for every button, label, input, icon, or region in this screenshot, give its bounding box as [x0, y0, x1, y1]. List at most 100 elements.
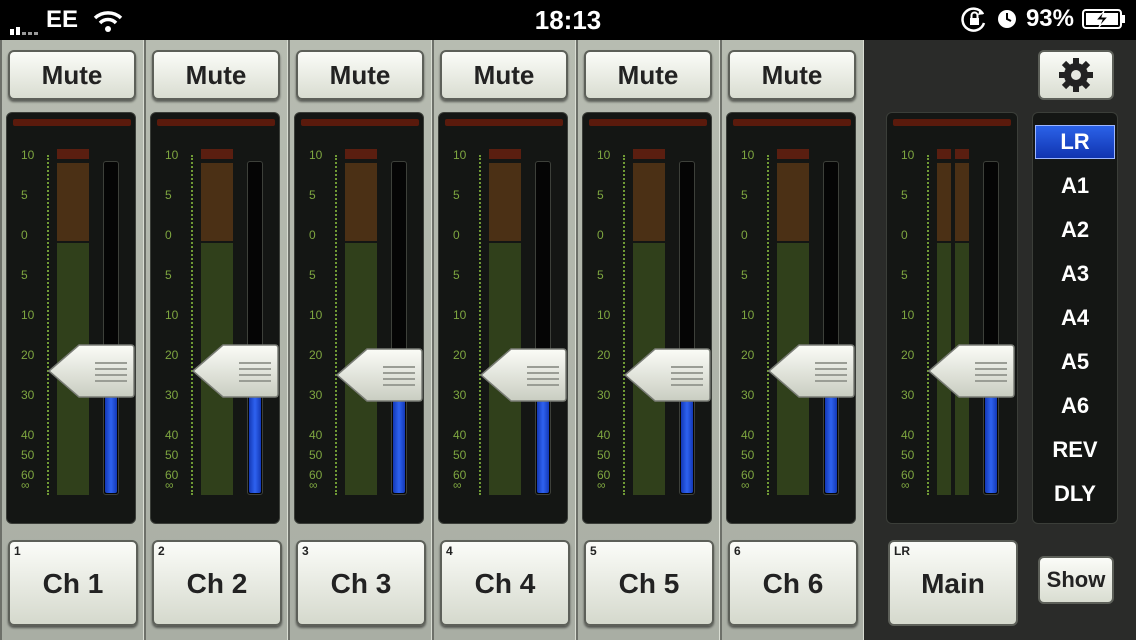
show-button[interactable]: Show: [1038, 556, 1114, 604]
channel-name-label: Ch 1: [42, 568, 104, 599]
mute-button[interactable]: Mute: [728, 50, 856, 100]
scale-label: 0: [165, 228, 172, 242]
clip-indicator: [157, 119, 275, 126]
fader-knob[interactable]: [47, 342, 135, 400]
db-scale: 10 5 0 5 10 20 30 40 50 60 ∞: [441, 148, 487, 495]
mute-button[interactable]: Mute: [152, 50, 280, 100]
scale-label: 10: [453, 148, 467, 162]
scale-label: 10: [901, 308, 915, 322]
clip-indicator: [589, 119, 707, 126]
scale-label: 30: [21, 388, 35, 402]
bus-item-a1[interactable]: A1: [1035, 169, 1115, 203]
mute-button[interactable]: Mute: [440, 50, 568, 100]
level-meter-clip: [633, 149, 665, 159]
channel-name-button[interactable]: 5 Ch 5: [584, 540, 714, 626]
channel-name-button[interactable]: 4 Ch 4: [440, 540, 570, 626]
scale-label: 40: [21, 428, 35, 442]
meter-panel: 10 5 0 5 10 20 30 40 50 60 ∞: [726, 112, 856, 524]
scale-label: 5: [309, 268, 316, 282]
channel-strip: Mute 10 5 0 5 10 20 30 40 50 60 ∞ 3 Ch 3: [288, 40, 432, 640]
channel-number: 3: [302, 544, 309, 558]
level-meter-warn: [345, 163, 377, 241]
main-name-label: Main: [921, 568, 985, 599]
bus-item-a5[interactable]: A5: [1035, 345, 1115, 379]
bus-item-rev[interactable]: REV: [1035, 433, 1115, 467]
fader-knob[interactable]: [767, 342, 855, 400]
meter-panel: 10 5 0 5 10 20 30 40 50 60 ∞: [150, 112, 280, 524]
level-meter-warn: [777, 163, 809, 241]
fader-knob[interactable]: [623, 346, 711, 404]
scale-label: 0: [901, 228, 908, 242]
scale-label: 30: [453, 388, 467, 402]
scale-label: 40: [309, 428, 323, 442]
scale-label: 30: [309, 388, 323, 402]
fader-knob[interactable]: [191, 342, 279, 400]
main-name-button[interactable]: LR Main: [888, 540, 1018, 626]
channel-number: 5: [590, 544, 597, 558]
mute-button[interactable]: Mute: [584, 50, 712, 100]
fader-track[interactable]: [535, 161, 551, 495]
db-scale: 10 5 0 5 10 20 30 40 50 60 ∞: [729, 148, 775, 495]
level-meter-warn: [57, 163, 89, 241]
level-meter-warn: [633, 163, 665, 241]
level-meter-clip: [57, 149, 89, 159]
fader-track[interactable]: [103, 161, 119, 495]
fader-track[interactable]: [391, 161, 407, 495]
channel-name-button[interactable]: 3 Ch 3: [296, 540, 426, 626]
fader-knob[interactable]: [335, 346, 423, 404]
channel-name-button[interactable]: 6 Ch 6: [728, 540, 858, 626]
scale-label: 0: [309, 228, 316, 242]
scale-label: 5: [309, 188, 316, 202]
fader-track[interactable]: [983, 161, 999, 495]
db-scale: 10 5 0 5 10 20 30 40 50 60 ∞: [889, 148, 935, 495]
level-meter-warn: [955, 163, 969, 241]
channel-strip: Mute 10 5 0 5 10 20 30 40 50 60 ∞ 5 Ch 5: [576, 40, 720, 640]
scale-label: ∞: [597, 478, 606, 492]
scale-label: 10: [309, 148, 323, 162]
scale-label: 5: [901, 268, 908, 282]
scale-label: 5: [597, 268, 604, 282]
mute-button[interactable]: Mute: [296, 50, 424, 100]
channel-name-button[interactable]: 2 Ch 2: [152, 540, 282, 626]
scale-label: 0: [597, 228, 604, 242]
clip-indicator: [733, 119, 851, 126]
fader-track[interactable]: [679, 161, 695, 495]
meter-panel: 10 5 0 5 10 20 30 40 50 60 ∞: [6, 112, 136, 524]
scale-label: 50: [165, 448, 179, 462]
channel-name-label: Ch 4: [474, 568, 536, 599]
scale-label: 5: [741, 188, 748, 202]
battery-percent: 93%: [1025, 5, 1074, 32]
scale-label: 30: [741, 388, 755, 402]
mute-button[interactable]: Mute: [8, 50, 136, 100]
channel-name-button[interactable]: 1 Ch 1: [8, 540, 138, 626]
bus-item-lr[interactable]: LR: [1035, 125, 1115, 159]
channel-strip: Mute 10 5 0 5 10 20 30 40 50 60 ∞ 4 Ch 4: [432, 40, 576, 640]
scale-label: 20: [21, 348, 35, 362]
fader-track[interactable]: [247, 161, 263, 495]
level-meter-clip: [489, 149, 521, 159]
bus-item-a3[interactable]: A3: [1035, 257, 1115, 291]
level-meter-clip: [955, 149, 969, 159]
scale-label: 0: [453, 228, 460, 242]
channel-name-label: Ch 2: [186, 568, 248, 599]
bus-item-dly[interactable]: DLY: [1035, 477, 1115, 511]
fader-knob[interactable]: [927, 342, 1015, 400]
main-meter-panel: 10 5 0 5 10 20 30 40 50 60 ∞: [886, 112, 1018, 524]
channel-number: 1: [14, 544, 21, 558]
channel-strip: Mute 10 5 0 5 10 20 30 40 50 60 ∞ 6 Ch 6: [720, 40, 864, 640]
fader-knob[interactable]: [479, 346, 567, 404]
scale-label: ∞: [309, 478, 318, 492]
scale-label: 5: [741, 268, 748, 282]
scale-label: 10: [901, 148, 915, 162]
scale-label: 10: [597, 308, 611, 322]
db-scale: 10 5 0 5 10 20 30 40 50 60 ∞: [9, 148, 55, 495]
bus-item-a2[interactable]: A2: [1035, 213, 1115, 247]
settings-button[interactable]: [1038, 50, 1114, 100]
scale-label: 20: [165, 348, 179, 362]
status-bar: EE 18:13 93%: [0, 0, 1136, 40]
fader-track[interactable]: [823, 161, 839, 495]
scale-label: 30: [597, 388, 611, 402]
bus-item-a6[interactable]: A6: [1035, 389, 1115, 423]
bus-item-a4[interactable]: A4: [1035, 301, 1115, 335]
scale-label: 50: [901, 448, 915, 462]
